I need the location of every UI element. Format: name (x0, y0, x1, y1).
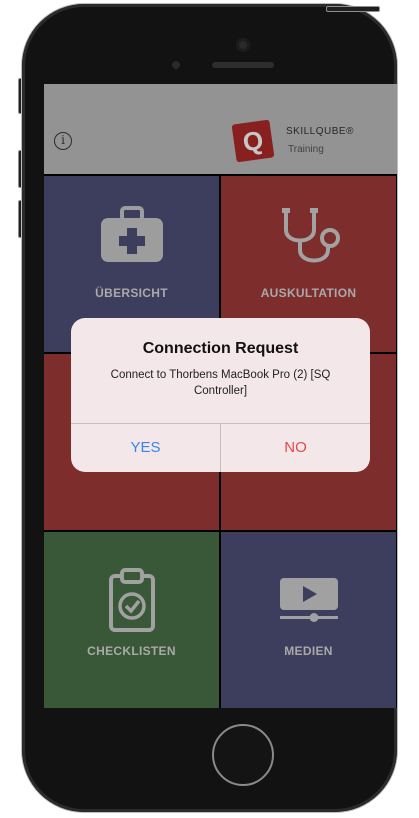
dialog-message: Connect to Thorbens MacBook Pro (2) [SQ … (110, 369, 331, 397)
power-button[interactable] (326, 6, 380, 12)
front-camera (236, 38, 250, 52)
home-button[interactable] (212, 724, 274, 786)
proximity-sensor (172, 61, 180, 69)
no-button[interactable]: NO (221, 424, 370, 472)
yes-button[interactable]: YES (71, 424, 220, 472)
dialog-title: Connection Request (142, 340, 299, 357)
connection-request-dialog: Connection Request Connect to Thorbens M… (71, 318, 370, 472)
app-screen: i Q SKILLQUBE® Training ÜBERSICHT AUSKUL… (44, 84, 397, 708)
earpiece-speaker (212, 62, 274, 68)
